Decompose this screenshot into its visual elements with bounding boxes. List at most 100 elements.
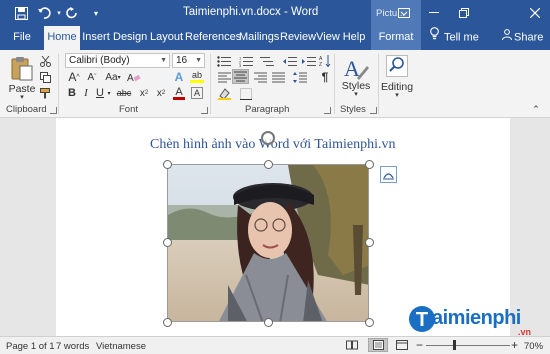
read-mode-icon[interactable] xyxy=(346,340,358,353)
resize-handle-left[interactable] xyxy=(163,238,172,247)
tab-home[interactable]: Home xyxy=(44,26,80,50)
word-count[interactable]: 7 words xyxy=(56,341,89,352)
resize-handle-bottom-left[interactable] xyxy=(163,318,172,327)
italic-button[interactable]: I xyxy=(80,86,92,100)
change-case-button[interactable]: Aa ▾ xyxy=(104,70,122,84)
tab-design[interactable]: Design xyxy=(113,26,147,50)
resize-handle-bottom-right[interactable] xyxy=(365,318,374,327)
customize-toolbar-icon[interactable]: ▾ xyxy=(87,4,105,22)
share-button[interactable]: Share xyxy=(502,26,543,50)
group-divider xyxy=(210,54,211,114)
rotate-handle-icon[interactable] xyxy=(261,131,275,145)
styles-button[interactable]: A Styles ▾ xyxy=(338,53,374,101)
highlight-button[interactable]: ab xyxy=(188,70,206,84)
group-divider xyxy=(58,54,59,114)
justify-icon[interactable] xyxy=(270,70,286,84)
grow-font-button[interactable]: A ^ xyxy=(66,70,82,84)
styles-group-label: Styles xyxy=(340,104,366,115)
borders-icon[interactable] xyxy=(238,87,254,101)
font-size-value: 16 xyxy=(176,55,188,66)
superscript-mark: 2 xyxy=(161,90,166,96)
highlight-color-swatch xyxy=(190,80,204,83)
cut-icon[interactable] xyxy=(39,55,51,67)
font-size-field[interactable]: 16 ▼ xyxy=(172,53,205,68)
text-effects-button[interactable]: A xyxy=(171,70,187,84)
tab-help[interactable]: Help xyxy=(342,26,366,50)
align-center-icon[interactable] xyxy=(232,69,249,84)
font-shading-button[interactable]: A xyxy=(189,86,205,100)
copy-icon[interactable] xyxy=(39,71,51,83)
line-spacing-icon[interactable] xyxy=(292,70,308,84)
tab-view[interactable]: View xyxy=(316,26,340,50)
clipboard-launcher-icon[interactable] xyxy=(50,107,57,114)
clear-formatting-icon[interactable]: A xyxy=(126,70,142,84)
chevron-down-icon: ▼ xyxy=(160,57,167,64)
save-icon[interactable] xyxy=(12,4,30,22)
page-count[interactable]: Page 1 of 1 xyxy=(6,341,55,352)
resize-handle-top-right[interactable] xyxy=(365,160,374,169)
multilevel-list-icon[interactable] xyxy=(259,54,275,68)
zoom-slider-track[interactable] xyxy=(426,345,510,346)
proofing-language[interactable]: Vietnamese xyxy=(96,341,146,352)
subscript-button[interactable]: x2 xyxy=(137,86,151,100)
sort-icon[interactable]: AZ xyxy=(318,54,332,68)
layout-options-icon[interactable] xyxy=(380,166,397,183)
underline-dropdown-icon[interactable]: ▾ xyxy=(106,86,112,100)
superscript-button[interactable]: x2 xyxy=(154,86,168,100)
bullets-icon[interactable] xyxy=(216,54,232,68)
document-title: Taimienphi.vn.docx - Word xyxy=(183,6,319,18)
resize-handle-bottom[interactable] xyxy=(264,318,273,327)
paste-button[interactable]: Paste ▾ xyxy=(8,54,36,102)
zoom-out-button[interactable]: − xyxy=(416,338,423,352)
align-left-icon[interactable] xyxy=(216,70,232,84)
tell-me-search[interactable]: Tell me xyxy=(430,26,479,50)
numbering-icon[interactable]: 123 xyxy=(238,54,254,68)
format-painter-icon[interactable] xyxy=(39,87,51,99)
tab-file[interactable]: File xyxy=(8,26,36,50)
resize-handle-right[interactable] xyxy=(365,238,374,247)
text-effects-glyph: A xyxy=(174,70,184,84)
redo-icon[interactable] xyxy=(63,4,81,22)
increase-indent-icon[interactable] xyxy=(301,54,317,68)
restore-icon[interactable] xyxy=(449,0,479,26)
decrease-indent-icon[interactable] xyxy=(282,54,298,68)
zoom-slider-thumb[interactable] xyxy=(453,340,456,350)
inserted-picture[interactable] xyxy=(167,164,369,322)
shading-icon[interactable] xyxy=(216,87,232,101)
ribbon-home: Paste ▾ Clipboard Calibri (Body) ▼ 16 ▼ … xyxy=(0,50,550,118)
underline-button[interactable]: U xyxy=(94,86,106,100)
editing-button[interactable]: Editing ▾ xyxy=(378,53,416,101)
styles-launcher-icon[interactable] xyxy=(370,107,377,114)
lightbulb-icon xyxy=(430,26,439,49)
svg-text:3: 3 xyxy=(239,63,242,67)
tab-insert[interactable]: Insert xyxy=(82,26,110,50)
tab-layout[interactable]: Layout xyxy=(150,26,183,50)
shrink-font-button[interactable]: Aˇ xyxy=(84,70,100,84)
resize-handle-top[interactable] xyxy=(264,160,273,169)
resize-handle-top-left[interactable] xyxy=(163,160,172,169)
ribbon-display-icon[interactable] xyxy=(395,0,413,26)
web-layout-icon[interactable] xyxy=(396,340,408,353)
font-launcher-icon[interactable] xyxy=(201,107,208,114)
highlight-glyph: ab xyxy=(191,70,202,80)
align-right-icon[interactable] xyxy=(252,70,268,84)
font-color-button[interactable]: A xyxy=(171,86,187,100)
tab-mailings[interactable]: Mailings xyxy=(239,26,279,50)
close-icon[interactable] xyxy=(520,0,550,26)
logo-initial: T xyxy=(416,309,428,331)
paragraph-launcher-icon[interactable] xyxy=(324,107,331,114)
print-layout-icon[interactable] xyxy=(368,338,388,352)
tab-review[interactable]: Review xyxy=(280,26,316,50)
font-color-glyph: A xyxy=(175,85,183,98)
strikethrough-button[interactable]: abc xyxy=(114,86,134,100)
minimize-icon[interactable] xyxy=(419,0,449,26)
show-formatting-marks-icon[interactable]: ¶ xyxy=(318,70,332,84)
collapse-ribbon-icon[interactable]: ⌃ xyxy=(530,104,542,114)
tab-references[interactable]: References xyxy=(185,26,241,50)
font-name-field[interactable]: Calibri (Body) ▼ xyxy=(65,53,170,68)
zoom-level[interactable]: 70% xyxy=(524,341,543,352)
logo-wordmark: aimienphi xyxy=(432,307,521,329)
bold-button[interactable]: B xyxy=(66,86,78,100)
zoom-in-button[interactable]: + xyxy=(511,338,518,352)
tab-format[interactable]: Format xyxy=(371,26,421,50)
